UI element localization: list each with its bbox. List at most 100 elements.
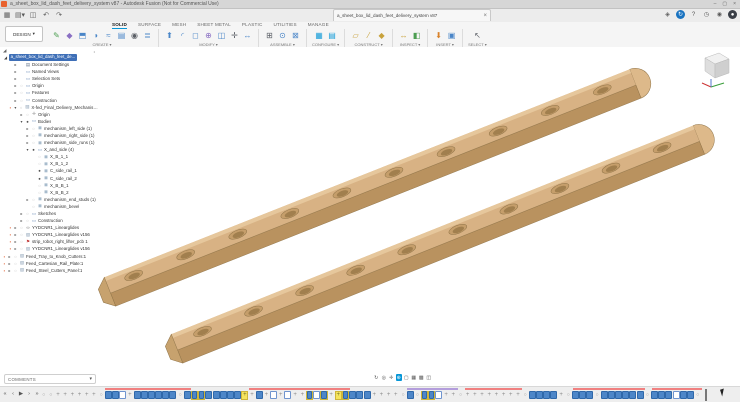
browser-item[interactable]: ▸○▭Origin — [0, 82, 98, 89]
visibility-eye-icon[interactable]: ○ — [19, 225, 24, 230]
visibility-eye-icon[interactable]: ○ — [19, 105, 24, 110]
expand-icon[interactable]: ▸ — [8, 268, 12, 273]
timeline-feature-sketch[interactable] — [284, 391, 291, 400]
decal-icon[interactable]: ▣ — [446, 30, 457, 41]
timeline-feature-feature[interactable] — [629, 391, 636, 400]
expand-icon[interactable]: ▸ — [26, 140, 30, 145]
timeline-feature-feature[interactable] — [227, 391, 234, 400]
browser-item[interactable]: ▸○▭Construction — [0, 217, 98, 224]
visibility-eye-icon[interactable]: ○ — [37, 154, 42, 159]
expand-icon[interactable]: ▾ — [20, 119, 24, 124]
timeline-feature-joint[interactable]: + — [514, 391, 521, 400]
undo-icon[interactable]: ↶ — [41, 10, 51, 20]
timeline-feature-feature[interactable] — [205, 391, 212, 400]
visibility-eye-icon[interactable]: ○ — [37, 183, 42, 188]
timeline-feature-joint[interactable]: + — [69, 391, 76, 400]
look-at-icon[interactable]: ◎ — [381, 374, 388, 381]
loft-icon[interactable]: ▤ — [116, 30, 127, 41]
timeline-feature-feature[interactable] — [184, 391, 191, 400]
timeline-feature-joint[interactable]: + — [471, 391, 478, 400]
close-button[interactable]: × — [733, 0, 736, 8]
visibility-eye-icon[interactable]: ○ — [31, 133, 36, 138]
timeline-feature-feature[interactable] — [529, 391, 536, 400]
expand-icon[interactable]: ▸ — [26, 126, 30, 131]
maximize-button[interactable]: ▢ — [722, 0, 727, 8]
comments-bar[interactable]: COMMENTS ▾ — [4, 374, 96, 384]
timeline-feature-feature[interactable] — [363, 391, 370, 400]
timeline-feature-joint[interactable]: + — [493, 391, 500, 400]
recent-icon[interactable]: ◷ — [702, 10, 711, 19]
timeline-feature-feature[interactable] — [536, 391, 543, 400]
expand-icon[interactable]: ▸ — [8, 261, 12, 266]
timeline-feature-joint[interactable]: + — [371, 391, 378, 400]
section-analysis-icon[interactable]: ◧ — [411, 30, 422, 41]
play-button[interactable]: ▶ — [18, 391, 24, 397]
joint-icon[interactable]: ⊙ — [277, 30, 288, 41]
display-settings-icon[interactable]: ▦ — [411, 374, 418, 381]
timeline-feature-feature[interactable] — [155, 391, 162, 400]
expand-icon[interactable]: ▸ — [14, 62, 18, 67]
rigid-group-icon[interactable]: ⊠ — [290, 30, 301, 41]
visibility-eye-icon[interactable]: ● — [31, 147, 36, 152]
browser-item[interactable]: ▪▸○▧Feed_Cartesian_Rail_Plate:1 — [0, 260, 98, 267]
file-menu-icon[interactable]: ▤▾ — [15, 10, 25, 20]
help-icon[interactable]: ? — [689, 10, 698, 19]
browser-item[interactable]: ▸○▭Construction — [0, 96, 98, 103]
pin-icon[interactable]: • — [94, 49, 95, 54]
visibility-eye-icon[interactable]: ○ — [37, 161, 42, 166]
timeline-feature-joint[interactable]: + — [464, 391, 471, 400]
timeline-feature-component[interactable]: ○ — [399, 391, 406, 400]
profile-avatar[interactable]: ● — [728, 10, 737, 19]
timeline-feature-feature[interactable] — [141, 391, 148, 400]
hole-icon[interactable]: ◉ — [129, 30, 140, 41]
visibility-eye-icon[interactable]: ○ — [31, 197, 36, 202]
timeline-feature-highlighted-feature[interactable] — [342, 391, 349, 400]
new-sketch-icon[interactable]: ✎ — [51, 30, 62, 41]
step-back-button[interactable]: ‹ — [10, 391, 16, 397]
timeline-feature-highlighted-group[interactable]: + — [335, 391, 342, 400]
timeline-feature-highlighted-feature[interactable] — [191, 391, 198, 400]
timeline-feature-feature[interactable] — [213, 391, 220, 400]
timeline-feature-feature[interactable] — [133, 391, 140, 400]
expand-icon[interactable]: ▸ — [8, 254, 12, 259]
timeline-feature-highlighted-feature[interactable] — [306, 391, 313, 400]
visibility-eye-icon[interactable]: ○ — [25, 218, 30, 223]
browser-item[interactable]: ●◼C_side_rail_1 — [0, 167, 98, 174]
timeline-feature-highlighted-feature[interactable] — [320, 391, 327, 400]
3d-viewport[interactable]: ◢ • ◢ a_sheet_box_lid_dash_feet_de... ▸▤… — [0, 47, 740, 386]
timeline-feature-component[interactable]: ○ — [522, 391, 529, 400]
timeline-feature-component[interactable]: ○ — [593, 391, 600, 400]
browser-item[interactable]: ▸○▭Features — [0, 89, 98, 96]
visibility-eye-icon[interactable]: ○ — [25, 211, 30, 216]
timeline-playhead[interactable] — [705, 389, 707, 401]
offset-plane-icon[interactable]: ▱ — [350, 30, 361, 41]
grid-snaps-icon[interactable]: ▩ — [418, 374, 425, 381]
timeline-feature-joint[interactable]: + — [299, 391, 306, 400]
timeline-feature-joint[interactable]: + — [392, 391, 399, 400]
timeline-feature-feature[interactable] — [112, 391, 119, 400]
go-to-start-button[interactable]: « — [2, 391, 8, 397]
tab-surface[interactable]: SURFACE — [138, 22, 161, 29]
revolve-icon[interactable]: ◑ — [90, 30, 101, 41]
timeline-feature-highlighted-group[interactable]: + — [241, 391, 248, 400]
timeline-feature-feature[interactable] — [356, 391, 363, 400]
browser-item[interactable]: ▸○◼mechanism_end_studs (1) — [0, 196, 98, 203]
workspace-switcher-button[interactable]: DESIGN ▾ — [5, 26, 43, 42]
expand-icon[interactable]: ▸ — [14, 232, 18, 237]
timeline-feature-feature[interactable] — [407, 391, 414, 400]
browser-item[interactable]: ○◼mechanism_bevel — [0, 203, 98, 210]
timeline-feature-joint[interactable]: + — [62, 391, 69, 400]
timeline-feature-feature[interactable] — [687, 391, 694, 400]
configuration-table-icon[interactable]: ▤ — [327, 30, 338, 41]
tab-utilities[interactable]: UTILITIES — [273, 22, 296, 29]
root-document-name[interactable]: a_sheet_box_lid_dash_feet_de... — [9, 54, 78, 60]
zoom-icon[interactable]: ⊕ — [396, 374, 403, 381]
expand-icon[interactable]: ▸ — [14, 98, 18, 103]
extrude-icon[interactable]: ⬒ — [77, 30, 88, 41]
expand-icon[interactable]: ▸ — [14, 69, 18, 74]
create-form-icon[interactable]: ◆ — [64, 30, 75, 41]
configure-icon[interactable]: ▦ — [314, 30, 325, 41]
minimize-button[interactable]: – — [714, 0, 717, 8]
tab-plastic[interactable]: PLASTIC — [242, 22, 263, 29]
orbit-icon[interactable]: ↻ — [373, 374, 380, 381]
